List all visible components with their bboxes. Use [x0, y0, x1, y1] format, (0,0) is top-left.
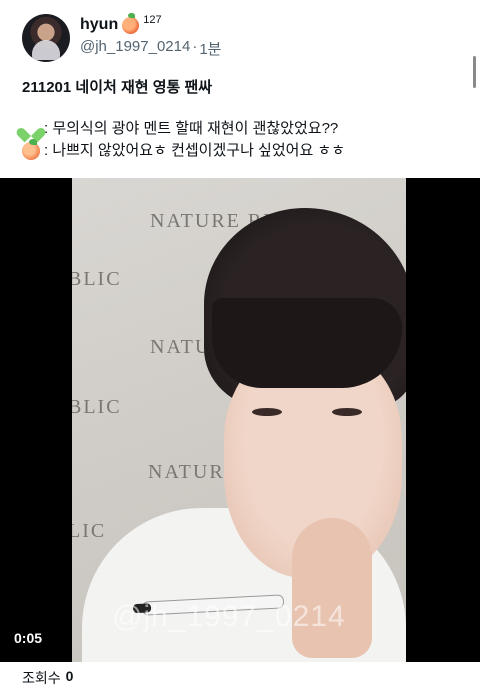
- video-figure-fringe: [212, 298, 402, 388]
- scrollbar-thumb[interactable]: [473, 56, 476, 88]
- post-meta: @jh_1997_0214 · 1분: [80, 38, 221, 59]
- meta-separator: ·: [192, 38, 198, 55]
- views-count: 0: [65, 668, 74, 684]
- video-frame[interactable]: NATURE RE BLIC NATU BLIC NATURE LIC @jh_…: [72, 178, 406, 662]
- question-line: : 무의식의 광야 멘트 할때 재현이 괜찮았었요??: [22, 118, 462, 140]
- video-figure-eye: [252, 408, 282, 416]
- question-text: : 무의식의 광야 멘트 할때 재현이 괜찮았었요??: [44, 120, 339, 137]
- video-watermark: @jh_1997_0214: [112, 600, 346, 633]
- answer-line: : 나쁘지 않았어요ㅎ 컨셉이겠구나 싶었어요 ㅎㅎ: [22, 139, 462, 162]
- video-figure-hand: [292, 518, 372, 658]
- peach-icon: [22, 139, 40, 160]
- green-heart-icon: [22, 120, 40, 138]
- post-header: hyun 127 @jh_1997_0214 · 1분: [22, 12, 462, 66]
- video-player[interactable]: NATURE RE BLIC NATU BLIC NATURE LIC @jh_…: [0, 178, 480, 662]
- wall-text: BLIC: [72, 268, 122, 290]
- peach-badge-icon: [122, 12, 140, 34]
- video-timestamp: 0:05: [14, 630, 43, 646]
- avatar[interactable]: [22, 14, 70, 62]
- display-name[interactable]: hyun: [80, 16, 118, 34]
- post-title: 211201 네이처 재현 영통 팬싸: [22, 79, 213, 96]
- post-content: 211201 네이처 재현 영통 팬싸 : 무의식의 광야 멘트 할때 재현이 …: [22, 78, 462, 162]
- views-label: 조회수: [22, 670, 61, 686]
- user-handle[interactable]: @jh_1997_0214: [80, 38, 190, 59]
- view-count: 조회수 0: [22, 668, 73, 688]
- post-time[interactable]: 1분: [199, 38, 221, 59]
- wall-text: NATU: [150, 336, 212, 358]
- wall-text: BLIC: [72, 396, 122, 418]
- answer-text: : 나쁘지 않았어요ㅎ 컨셉이겠구나 싶었어요 ㅎㅎ: [44, 142, 346, 159]
- wall-text: LIC: [72, 520, 107, 542]
- badge-count: 127: [143, 14, 162, 26]
- video-figure-eye: [332, 408, 362, 416]
- user-name-row[interactable]: hyun 127: [80, 12, 162, 34]
